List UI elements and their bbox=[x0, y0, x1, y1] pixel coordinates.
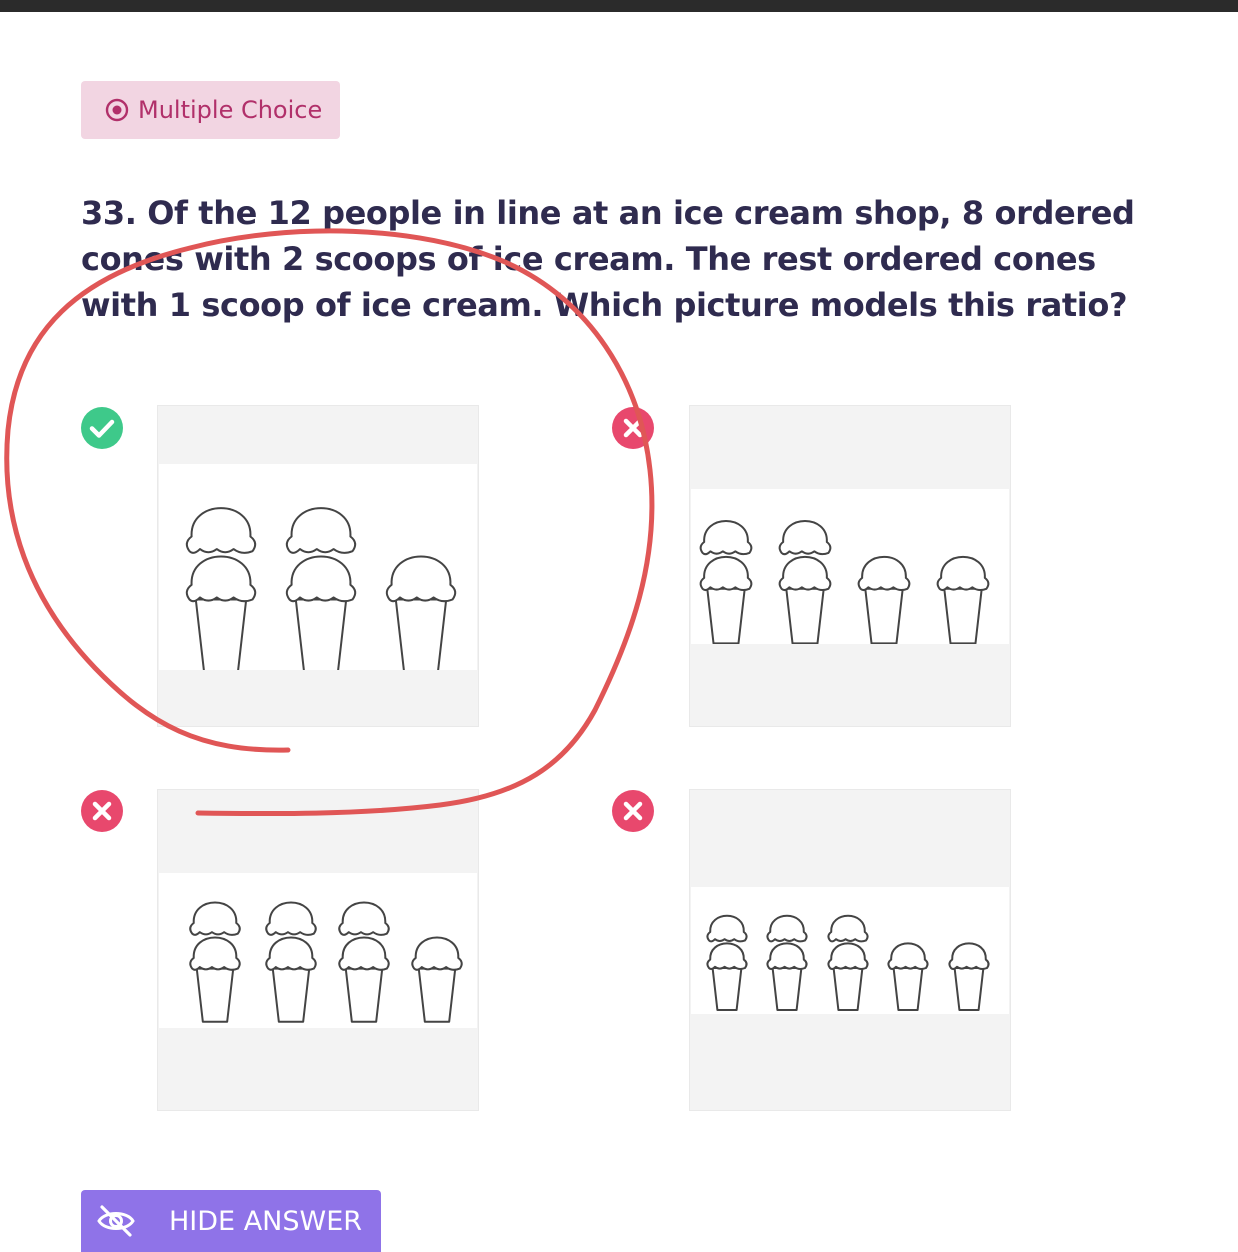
cone-wrapper bbox=[411, 936, 463, 1023]
single-scoop-cone bbox=[385, 555, 457, 674]
cone-wrapper bbox=[699, 520, 753, 645]
answer-option-c[interactable] bbox=[157, 789, 479, 1111]
cone-set-c bbox=[189, 901, 463, 1023]
double-scoop-cone bbox=[338, 901, 390, 1023]
cone-picture-a bbox=[159, 464, 477, 674]
double-scoop-cone bbox=[778, 520, 832, 645]
cone-picture-b bbox=[691, 489, 1009, 645]
cone-wrapper bbox=[706, 914, 748, 1012]
question-type-badge: Multiple Choice bbox=[81, 81, 340, 139]
double-scoop-cone bbox=[185, 507, 257, 674]
cone-wrapper bbox=[827, 914, 869, 1012]
x-circle-icon bbox=[81, 790, 123, 832]
single-scoop-cone bbox=[857, 555, 911, 645]
single-scoop-cone bbox=[948, 942, 990, 1012]
check-circle-icon bbox=[81, 407, 123, 449]
double-scoop-cone bbox=[189, 901, 241, 1023]
eye-off-icon bbox=[97, 1204, 135, 1238]
cone-wrapper bbox=[185, 507, 257, 674]
cone-wrapper bbox=[857, 555, 911, 645]
cone-wrapper bbox=[189, 901, 241, 1023]
hide-answer-button[interactable]: HIDE ANSWER bbox=[81, 1190, 381, 1252]
cone-wrapper bbox=[887, 942, 929, 1012]
radio-dot-icon bbox=[105, 98, 129, 122]
answer-option-b[interactable] bbox=[689, 405, 1011, 727]
single-scoop-cone bbox=[411, 936, 463, 1023]
cone-picture-c bbox=[159, 873, 477, 1028]
answer-option-a[interactable] bbox=[157, 405, 479, 727]
answer-option-d[interactable] bbox=[689, 789, 1011, 1111]
double-scoop-cone bbox=[265, 901, 317, 1023]
x-circle-icon bbox=[612, 407, 654, 449]
cone-set-b bbox=[699, 520, 990, 645]
cone-wrapper bbox=[766, 914, 808, 1012]
cone-wrapper bbox=[936, 555, 990, 645]
question-text: 33. Of the 12 people in line at an ice c… bbox=[81, 194, 1135, 324]
single-scoop-cone bbox=[936, 555, 990, 645]
double-scoop-cone bbox=[706, 914, 748, 1012]
cone-wrapper bbox=[285, 507, 357, 674]
cone-wrapper bbox=[338, 901, 390, 1023]
cone-wrapper bbox=[778, 520, 832, 645]
cone-wrapper bbox=[948, 942, 990, 1012]
hide-answer-label: HIDE ANSWER bbox=[169, 1205, 363, 1237]
x-circle-icon bbox=[612, 790, 654, 832]
cone-set-d bbox=[706, 914, 990, 1012]
single-scoop-cone bbox=[887, 942, 929, 1012]
double-scoop-cone bbox=[766, 914, 808, 1012]
double-scoop-cone bbox=[827, 914, 869, 1012]
cone-wrapper bbox=[265, 901, 317, 1023]
browser-top-bar bbox=[0, 0, 1238, 12]
double-scoop-cone bbox=[285, 507, 357, 674]
cone-wrapper bbox=[385, 555, 457, 674]
cone-set-a bbox=[185, 507, 457, 674]
question-type-label: Multiple Choice bbox=[138, 96, 323, 124]
double-scoop-cone bbox=[699, 520, 753, 645]
cone-picture-d bbox=[691, 887, 1009, 1014]
